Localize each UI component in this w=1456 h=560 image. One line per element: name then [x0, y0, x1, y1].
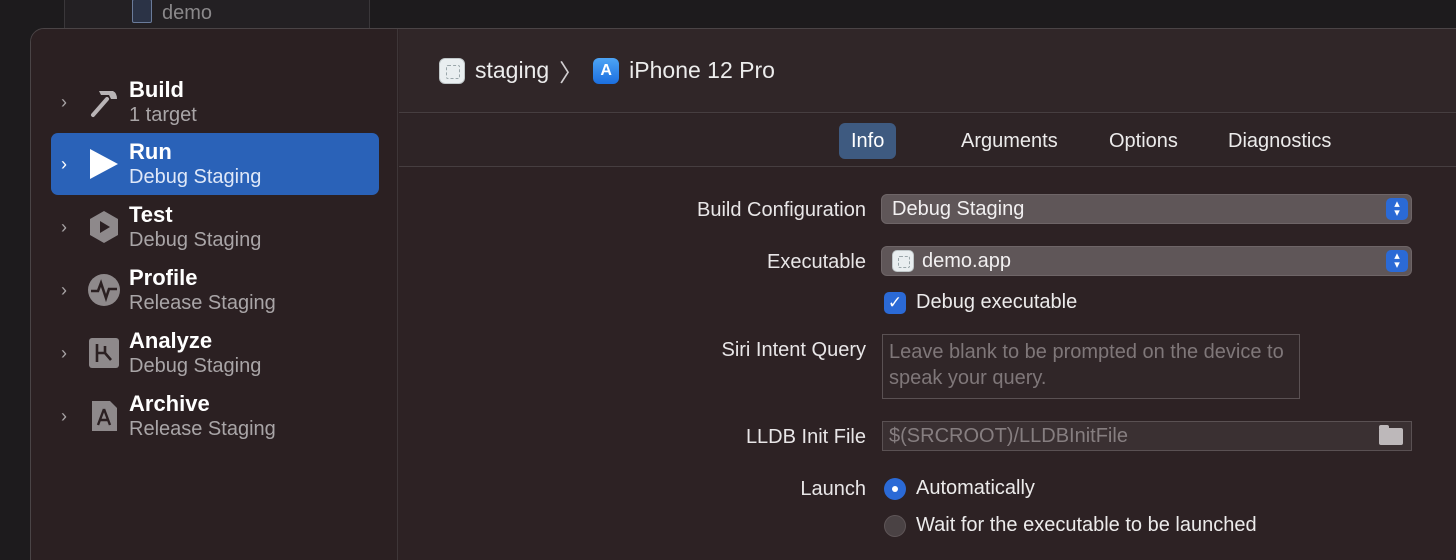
- sidebar-item-config: Debug Staging: [129, 229, 262, 251]
- scheme-actions-sidebar: › Build 1 target › Run Debug Staging › T…: [31, 29, 398, 560]
- sidebar-item-config: Debug Staging: [129, 166, 262, 188]
- lldb-init-file-label: LLDB Init File: [745, 426, 866, 448]
- build-configuration-popup[interactable]: Debug Staging ▴ ▾: [881, 194, 1412, 224]
- siri-intent-query-field[interactable]: Leave blank to be prompted on the device…: [882, 334, 1300, 399]
- sidebar-item-archive[interactable]: › Archive Release Staging: [51, 385, 379, 447]
- disclosure-chevron-icon[interactable]: ›: [61, 344, 75, 362]
- test-icon: [90, 211, 118, 243]
- siri-intent-query-label: Siri Intent Query: [721, 339, 866, 361]
- sidebar-item-label: Test: [129, 202, 173, 227]
- file-icon: [132, 0, 152, 23]
- launch-wait-option[interactable]: Wait for the executable to be launched: [884, 514, 1257, 537]
- sidebar-item-run[interactable]: › Run Debug Staging: [51, 133, 379, 195]
- up-down-chevron-icon: ▴ ▾: [1386, 198, 1408, 220]
- launch-automatically-label: Automatically: [916, 477, 1035, 499]
- breadcrumb-scheme[interactable]: staging: [439, 57, 549, 84]
- sidebar-item-build[interactable]: › Build 1 target: [51, 71, 379, 133]
- sidebar-item-analyze[interactable]: › Analyze Debug Staging: [51, 322, 379, 384]
- build-configuration-value: Debug Staging: [892, 197, 1025, 220]
- build-configuration-label: Build Configuration: [697, 199, 866, 221]
- breadcrumb-destination-label: iPhone 12 Pro: [629, 57, 775, 83]
- disclosure-chevron-icon[interactable]: ›: [61, 218, 75, 236]
- tab-info[interactable]: Info: [839, 123, 897, 159]
- breadcrumb-destination[interactable]: A iPhone 12 Pro: [593, 57, 775, 84]
- launch-wait-label: Wait for the executable to be launched: [916, 514, 1257, 536]
- disclosure-chevron-icon[interactable]: ›: [61, 281, 75, 299]
- profile-icon: [88, 274, 120, 306]
- background-window: [64, 0, 370, 28]
- app-icon: [892, 250, 914, 272]
- scheme-action-detail: staging 〉 A iPhone 12 Pro Info Arguments…: [399, 29, 1456, 560]
- app-icon: [439, 57, 465, 84]
- background-file-item: demo: [132, 0, 212, 26]
- debug-executable-checkbox-row[interactable]: ✓ Debug executable: [884, 291, 1077, 314]
- analyze-icon: [89, 338, 119, 368]
- radio-selected-icon[interactable]: [884, 477, 906, 500]
- lldb-init-file-field[interactable]: $(SRCROOT)/LLDBInitFile: [882, 421, 1412, 451]
- disclosure-chevron-icon[interactable]: ›: [61, 93, 75, 111]
- breadcrumb-separator-icon: 〉: [559, 60, 584, 87]
- up-down-chevron-icon: ▴ ▾: [1386, 250, 1408, 272]
- radio-unselected-icon[interactable]: [884, 514, 906, 537]
- sidebar-item-label: Archive: [129, 391, 210, 416]
- sidebar-item-config: Release Staging: [129, 292, 276, 314]
- background-file-label: demo: [162, 1, 213, 24]
- executable-popup[interactable]: demo.app ▴ ▾: [881, 246, 1412, 276]
- disclosure-chevron-icon[interactable]: ›: [61, 407, 75, 425]
- launch-label: Launch: [800, 478, 866, 500]
- sidebar-item-label: Analyze: [129, 328, 213, 353]
- sidebar-item-config: Debug Staging: [129, 355, 262, 377]
- disclosure-chevron-icon[interactable]: ›: [61, 155, 75, 173]
- play-icon: [90, 149, 118, 179]
- executable-value: demo.app: [922, 249, 1011, 272]
- executable-label: Executable: [767, 251, 866, 273]
- lldb-init-file-placeholder: $(SRCROOT)/LLDBInitFile: [889, 425, 1128, 447]
- breadcrumb-scheme-label: staging: [475, 57, 550, 83]
- folder-icon[interactable]: [1379, 425, 1403, 445]
- sidebar-item-label: Run: [129, 139, 172, 164]
- debug-executable-label: Debug executable: [916, 291, 1078, 313]
- sidebar-item-test[interactable]: › Test Debug Staging: [51, 196, 379, 258]
- tab-arguments[interactable]: Arguments: [949, 123, 1070, 159]
- breadcrumb: staging 〉 A iPhone 12 Pro: [399, 29, 1456, 113]
- sidebar-item-profile[interactable]: › Profile Release Staging: [51, 259, 379, 321]
- launch-automatically-option[interactable]: Automatically: [884, 477, 1035, 500]
- sidebar-item-label: Build: [129, 77, 184, 102]
- sidebar-item-config: 1 target: [129, 104, 197, 126]
- debug-executable-checkbox[interactable]: ✓: [884, 291, 906, 314]
- sidebar-item-config: Release Staging: [129, 418, 276, 440]
- tab-options[interactable]: Options: [1097, 123, 1190, 159]
- tab-diagnostics[interactable]: Diagnostics: [1216, 123, 1343, 159]
- hammer-icon: [91, 91, 117, 117]
- sidebar-item-label: Profile: [129, 265, 198, 290]
- app-store-icon: A: [593, 57, 620, 84]
- tab-bar: Info Arguments Options Diagnostics: [399, 114, 1456, 167]
- archive-icon: [92, 401, 117, 431]
- scheme-editor-sheet: › Build 1 target › Run Debug Staging › T…: [30, 28, 1456, 560]
